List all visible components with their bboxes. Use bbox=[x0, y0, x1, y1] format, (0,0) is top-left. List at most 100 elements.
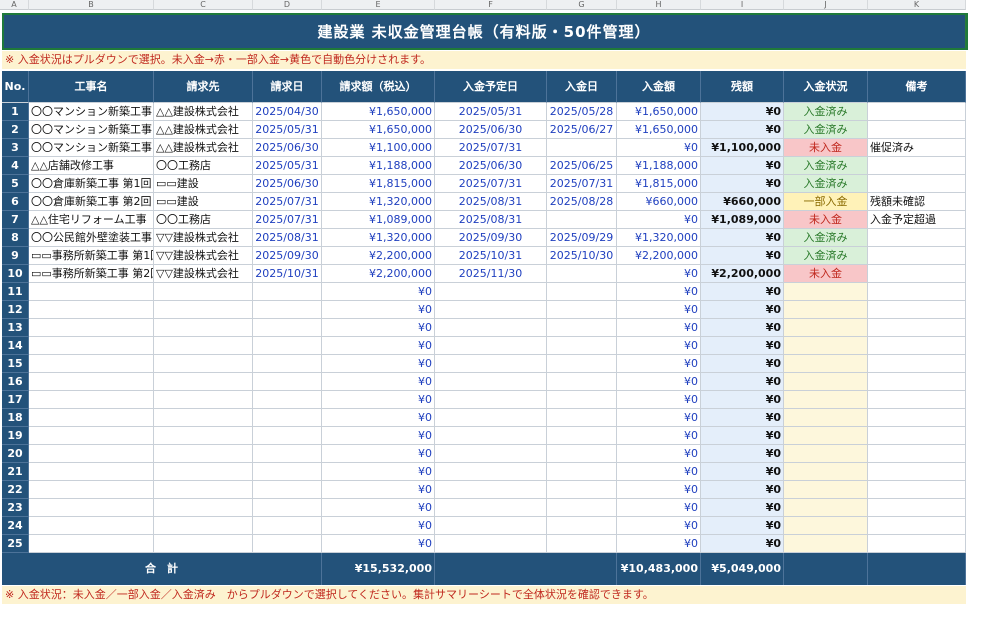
cell-due[interactable] bbox=[435, 463, 547, 481]
cell-due[interactable]: 2025/10/31 bbox=[435, 247, 547, 265]
cell-bill-date[interactable]: 2025/08/31 bbox=[253, 229, 322, 247]
cell-paid-date[interactable] bbox=[547, 283, 617, 301]
status-dropdown[interactable]: 入金済み bbox=[784, 103, 868, 121]
cell-client[interactable] bbox=[154, 409, 253, 427]
cell-bill-date[interactable]: 2025/06/30 bbox=[253, 175, 322, 193]
cell-client[interactable]: ▭▭建設 bbox=[154, 175, 253, 193]
cell-client[interactable]: ▽▽建設株式会社 bbox=[154, 229, 253, 247]
cell-balance[interactable]: ¥0 bbox=[701, 121, 784, 139]
cell-note[interactable] bbox=[868, 337, 966, 355]
cell-paid[interactable]: ¥0 bbox=[617, 139, 701, 157]
row-number[interactable]: 18 bbox=[2, 409, 29, 427]
cell-client[interactable] bbox=[154, 319, 253, 337]
cell-note[interactable] bbox=[868, 481, 966, 499]
row-number[interactable]: 23 bbox=[2, 499, 29, 517]
cell-paid-date[interactable] bbox=[547, 517, 617, 535]
cell-balance[interactable]: ¥0 bbox=[701, 481, 784, 499]
cell-paid-date[interactable] bbox=[547, 535, 617, 553]
cell-name[interactable]: 〇〇公民館外壁塗装工事 bbox=[29, 229, 154, 247]
cell-client[interactable] bbox=[154, 499, 253, 517]
cell-paid[interactable]: ¥0 bbox=[617, 283, 701, 301]
cell-balance[interactable]: ¥0 bbox=[701, 157, 784, 175]
cell-balance[interactable]: ¥660,000 bbox=[701, 193, 784, 211]
cell-note[interactable] bbox=[868, 301, 966, 319]
cell-bill-date[interactable] bbox=[253, 301, 322, 319]
status-dropdown[interactable] bbox=[784, 409, 868, 427]
cell-balance[interactable]: ¥1,100,000 bbox=[701, 139, 784, 157]
cell-paid[interactable]: ¥660,000 bbox=[617, 193, 701, 211]
cell-name[interactable] bbox=[29, 301, 154, 319]
cell-due[interactable]: 2025/09/30 bbox=[435, 229, 547, 247]
cell-client[interactable] bbox=[154, 517, 253, 535]
row-number[interactable]: 3 bbox=[2, 139, 29, 157]
status-dropdown[interactable] bbox=[784, 463, 868, 481]
cell-paid-date[interactable]: 2025/07/31 bbox=[547, 175, 617, 193]
cell-amount[interactable]: ¥0 bbox=[322, 355, 435, 373]
cell-bill-date[interactable] bbox=[253, 517, 322, 535]
cell-amount[interactable]: ¥1,815,000 bbox=[322, 175, 435, 193]
cell-paid[interactable]: ¥0 bbox=[617, 211, 701, 229]
header-amount[interactable]: 請求額（税込） bbox=[322, 71, 435, 103]
cell-client[interactable] bbox=[154, 481, 253, 499]
cell-due[interactable]: 2025/06/30 bbox=[435, 157, 547, 175]
cell-name[interactable] bbox=[29, 283, 154, 301]
cell-paid-date[interactable] bbox=[547, 265, 617, 283]
cell-note[interactable] bbox=[868, 463, 966, 481]
cell-name[interactable] bbox=[29, 445, 154, 463]
cell-note[interactable] bbox=[868, 517, 966, 535]
cell-paid-date[interactable] bbox=[547, 301, 617, 319]
cell-name[interactable]: △△店舗改修工事 bbox=[29, 157, 154, 175]
cell-balance[interactable]: ¥0 bbox=[701, 499, 784, 517]
row-number[interactable]: 15 bbox=[2, 355, 29, 373]
status-dropdown[interactable]: 未入金 bbox=[784, 211, 868, 229]
cell-due[interactable] bbox=[435, 283, 547, 301]
cell-paid-date[interactable] bbox=[547, 463, 617, 481]
header-name[interactable]: 工事名 bbox=[29, 71, 154, 103]
column-letter-G[interactable]: G bbox=[547, 0, 617, 10]
column-letter-A[interactable]: A bbox=[0, 0, 29, 10]
cell-note[interactable]: 残額未確認 bbox=[868, 193, 966, 211]
row-number[interactable]: 6 bbox=[2, 193, 29, 211]
status-dropdown[interactable]: 入金済み bbox=[784, 121, 868, 139]
cell-balance[interactable]: ¥0 bbox=[701, 463, 784, 481]
cell-name[interactable]: 〇〇倉庫新築工事 第2回 bbox=[29, 193, 154, 211]
cell-client[interactable] bbox=[154, 463, 253, 481]
cell-note[interactable] bbox=[868, 319, 966, 337]
cell-bill-date[interactable] bbox=[253, 283, 322, 301]
cell-name[interactable]: 〇〇倉庫新築工事 第1回 bbox=[29, 175, 154, 193]
cell-bill-date[interactable] bbox=[253, 481, 322, 499]
cell-client[interactable]: △△建設株式会社 bbox=[154, 139, 253, 157]
cell-paid[interactable]: ¥1,815,000 bbox=[617, 175, 701, 193]
header-due[interactable]: 入金予定日 bbox=[435, 71, 547, 103]
row-number[interactable]: 13 bbox=[2, 319, 29, 337]
row-number[interactable]: 7 bbox=[2, 211, 29, 229]
cell-paid[interactable]: ¥1,650,000 bbox=[617, 103, 701, 121]
cell-balance[interactable]: ¥0 bbox=[701, 427, 784, 445]
cell-client[interactable]: 〇〇工務店 bbox=[154, 211, 253, 229]
cell-amount[interactable]: ¥2,200,000 bbox=[322, 247, 435, 265]
status-dropdown[interactable] bbox=[784, 319, 868, 337]
cell-balance[interactable]: ¥0 bbox=[701, 409, 784, 427]
cell-due[interactable] bbox=[435, 337, 547, 355]
cell-balance[interactable]: ¥0 bbox=[701, 355, 784, 373]
status-dropdown[interactable] bbox=[784, 355, 868, 373]
column-letter-J[interactable]: J bbox=[784, 0, 868, 10]
row-number[interactable]: 19 bbox=[2, 427, 29, 445]
header-note[interactable]: 備考 bbox=[868, 71, 966, 103]
cell-amount[interactable]: ¥0 bbox=[322, 481, 435, 499]
row-number[interactable]: 11 bbox=[2, 283, 29, 301]
sheet-title[interactable]: 建設業 未収金管理台帳（有料版・50件管理） bbox=[2, 13, 966, 49]
cell-note[interactable] bbox=[868, 391, 966, 409]
cell-balance[interactable]: ¥0 bbox=[701, 535, 784, 553]
cell-bill-date[interactable]: 2025/05/31 bbox=[253, 121, 322, 139]
cell-amount[interactable]: ¥1,650,000 bbox=[322, 103, 435, 121]
row-number[interactable]: 17 bbox=[2, 391, 29, 409]
header-paid[interactable]: 入金額 bbox=[617, 71, 701, 103]
row-number[interactable]: 22 bbox=[2, 481, 29, 499]
cell-due[interactable] bbox=[435, 499, 547, 517]
row-number[interactable]: 8 bbox=[2, 229, 29, 247]
row-number[interactable]: 4 bbox=[2, 157, 29, 175]
cell-due[interactable]: 2025/07/31 bbox=[435, 139, 547, 157]
totals-blank[interactable] bbox=[868, 553, 966, 585]
cell-paid[interactable]: ¥0 bbox=[617, 337, 701, 355]
